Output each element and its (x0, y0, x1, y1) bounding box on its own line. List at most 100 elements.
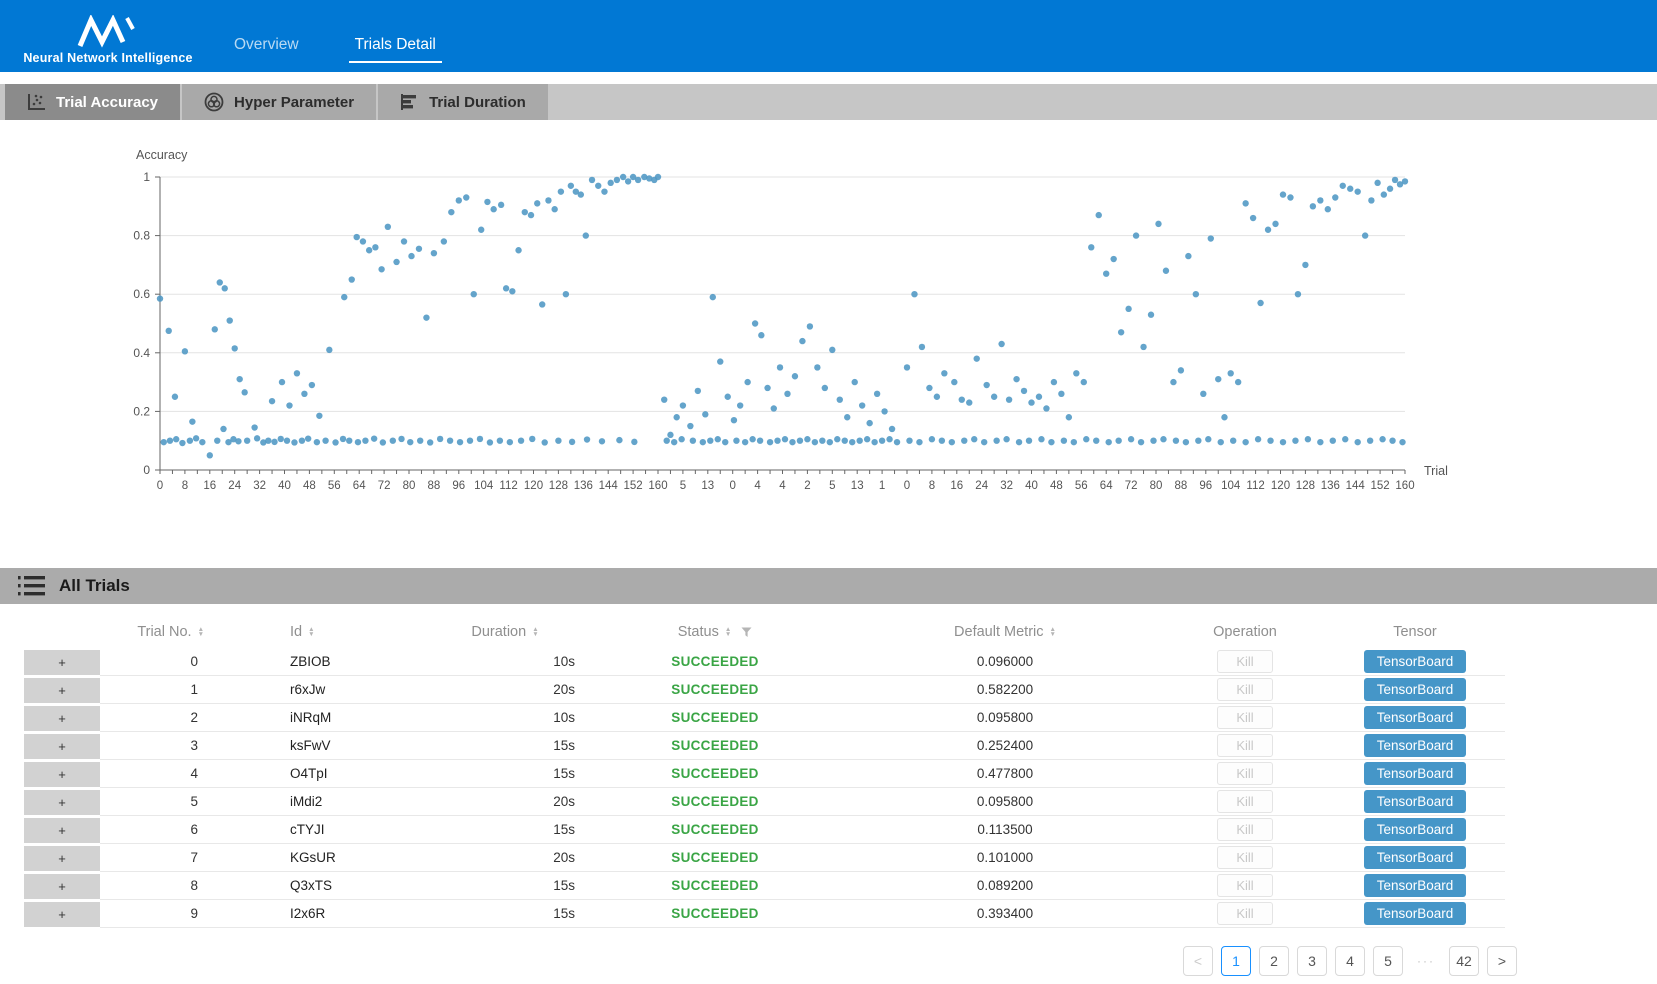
app-header: Neural Network Intelligence Overview Tri… (0, 0, 1657, 72)
expander-cell: + (24, 900, 100, 928)
pagination-page-3[interactable]: 3 (1297, 946, 1327, 976)
row-expander-button[interactable]: + (24, 902, 100, 927)
accuracy-chart-panel: Accuracy 10.80.60.40.2008162432404856647… (0, 120, 1657, 568)
tensorboard-button[interactable]: TensorBoard (1364, 818, 1467, 841)
pagination-page-1[interactable]: 1 (1221, 946, 1251, 976)
row-expander-button[interactable]: + (24, 706, 100, 731)
expander-cell: + (24, 704, 100, 732)
row-expander-button[interactable]: + (24, 650, 100, 675)
tensorboard-button[interactable]: TensorBoard (1364, 762, 1467, 785)
table-row: +4O4TpI15sSUCCEEDED0.477800KillTensorBoa… (24, 760, 1633, 788)
column-header-trial-no-[interactable]: Trial No.▲▼ (100, 624, 210, 640)
svg-text:32: 32 (253, 480, 266, 492)
pagination-page-2[interactable]: 2 (1259, 946, 1289, 976)
svg-text:88: 88 (1175, 480, 1188, 492)
tensorboard-button[interactable]: TensorBoard (1364, 874, 1467, 897)
table-row: +8Q3xTS15sSUCCEEDED0.089200KillTensorBoa… (24, 872, 1633, 900)
column-header-status[interactable]: Status▲▼ (585, 624, 845, 640)
trial-no-cell: 9 (100, 900, 210, 928)
kill-button[interactable]: Kill (1217, 762, 1272, 785)
svg-text:32: 32 (1000, 480, 1013, 492)
kill-button[interactable]: Kill (1217, 790, 1272, 813)
tensor-cell: TensorBoard (1325, 872, 1505, 900)
pagination-page-5[interactable]: 5 (1373, 946, 1403, 976)
sort-icon[interactable]: ▲▼ (308, 627, 314, 638)
svg-text:112: 112 (499, 480, 517, 492)
trial-id-cell: r6xJw (210, 676, 385, 704)
tensor-cell: TensorBoard (1325, 648, 1505, 676)
pagination-next-button[interactable]: > (1487, 946, 1517, 976)
expander-cell: + (24, 788, 100, 816)
pagination-prev-button[interactable]: < (1183, 946, 1213, 976)
tensorboard-button[interactable]: TensorBoard (1364, 902, 1467, 925)
sort-icon[interactable]: ▲▼ (725, 627, 731, 638)
tensorboard-button[interactable]: TensorBoard (1364, 846, 1467, 869)
nav-tab-overview[interactable]: Overview (234, 36, 299, 54)
status-badge: SUCCEEDED (585, 844, 845, 872)
trial-id-cell: ZBIOB (210, 648, 385, 676)
tab-hyper-parameter[interactable]: Hyper Parameter (182, 84, 376, 120)
chart-tabs-bar: Trial Accuracy Hyper Parameter Trial Dur… (0, 84, 1657, 120)
kill-button[interactable]: Kill (1217, 734, 1272, 757)
kill-button[interactable]: Kill (1217, 902, 1272, 925)
row-expander-button[interactable]: + (24, 762, 100, 787)
kill-button[interactable]: Kill (1217, 874, 1272, 897)
operation-cell: Kill (1165, 704, 1325, 732)
tensorboard-button[interactable]: TensorBoard (1364, 790, 1467, 813)
svg-text:0: 0 (157, 480, 163, 492)
svg-text:48: 48 (1050, 480, 1063, 492)
column-header-operation: Operation (1165, 624, 1325, 640)
row-expander-button[interactable]: + (24, 818, 100, 843)
kill-button[interactable]: Kill (1217, 650, 1272, 673)
tensorboard-button[interactable]: TensorBoard (1364, 734, 1467, 757)
pagination-page-4[interactable]: 4 (1335, 946, 1365, 976)
filter-icon[interactable] (741, 627, 752, 638)
svg-text:56: 56 (1075, 480, 1088, 492)
kill-button[interactable]: Kill (1217, 818, 1272, 841)
default-metric-cell: 0.582200 (845, 676, 1165, 704)
default-metric-cell: 0.096000 (845, 648, 1165, 676)
svg-text:16: 16 (203, 480, 216, 492)
svg-text:5: 5 (680, 480, 686, 492)
sort-icon[interactable]: ▲▼ (532, 627, 538, 638)
column-header-id[interactable]: Id▲▼ (210, 624, 385, 640)
nav-tab-trials-detail[interactable]: Trials Detail (355, 36, 436, 54)
expander-cell: + (24, 676, 100, 704)
default-metric-cell: 0.101000 (845, 844, 1165, 872)
row-expander-button[interactable]: + (24, 874, 100, 899)
svg-text:0: 0 (143, 463, 150, 477)
tab-trial-duration[interactable]: Trial Duration (378, 84, 548, 120)
svg-text:5: 5 (829, 480, 835, 492)
tensorboard-button[interactable]: TensorBoard (1364, 678, 1467, 701)
default-metric-cell: 0.252400 (845, 732, 1165, 760)
row-expander-button[interactable]: + (24, 678, 100, 703)
row-expander-button[interactable]: + (24, 846, 100, 871)
app-title: Neural Network Intelligence (23, 51, 192, 65)
tensorboard-button[interactable]: TensorBoard (1364, 650, 1467, 673)
kill-button[interactable]: Kill (1217, 706, 1272, 729)
sort-icon[interactable]: ▲▼ (198, 627, 204, 638)
svg-text:104: 104 (474, 480, 494, 492)
column-header-default-metric[interactable]: Default Metric▲▼ (845, 624, 1165, 640)
svg-text:0.8: 0.8 (133, 229, 150, 243)
default-metric-cell: 0.095800 (845, 788, 1165, 816)
row-expander-button[interactable]: + (24, 790, 100, 815)
column-header-duration[interactable]: Duration▲▼ (385, 624, 585, 640)
table-row: +0ZBIOB10sSUCCEEDED0.096000KillTensorBoa… (24, 648, 1633, 676)
svg-text:144: 144 (599, 480, 619, 492)
trials-table: Trial No.▲▼Id▲▼Duration▲▼Status▲▼Default… (24, 616, 1633, 928)
status-badge: SUCCEEDED (585, 732, 845, 760)
tensorboard-button[interactable]: TensorBoard (1364, 706, 1467, 729)
kill-button[interactable]: Kill (1217, 846, 1272, 869)
pagination-page-42[interactable]: 42 (1449, 946, 1479, 976)
default-metric-cell: 0.113500 (845, 816, 1165, 844)
kill-button[interactable]: Kill (1217, 678, 1272, 701)
svg-text:40: 40 (278, 480, 291, 492)
tab-trial-accuracy[interactable]: Trial Accuracy (5, 84, 180, 120)
row-expander-button[interactable]: + (24, 734, 100, 759)
tensor-cell: TensorBoard (1325, 732, 1505, 760)
svg-text:64: 64 (1100, 480, 1113, 492)
sort-icon[interactable]: ▲▼ (1050, 627, 1056, 638)
status-badge: SUCCEEDED (585, 648, 845, 676)
svg-text:13: 13 (851, 480, 864, 492)
